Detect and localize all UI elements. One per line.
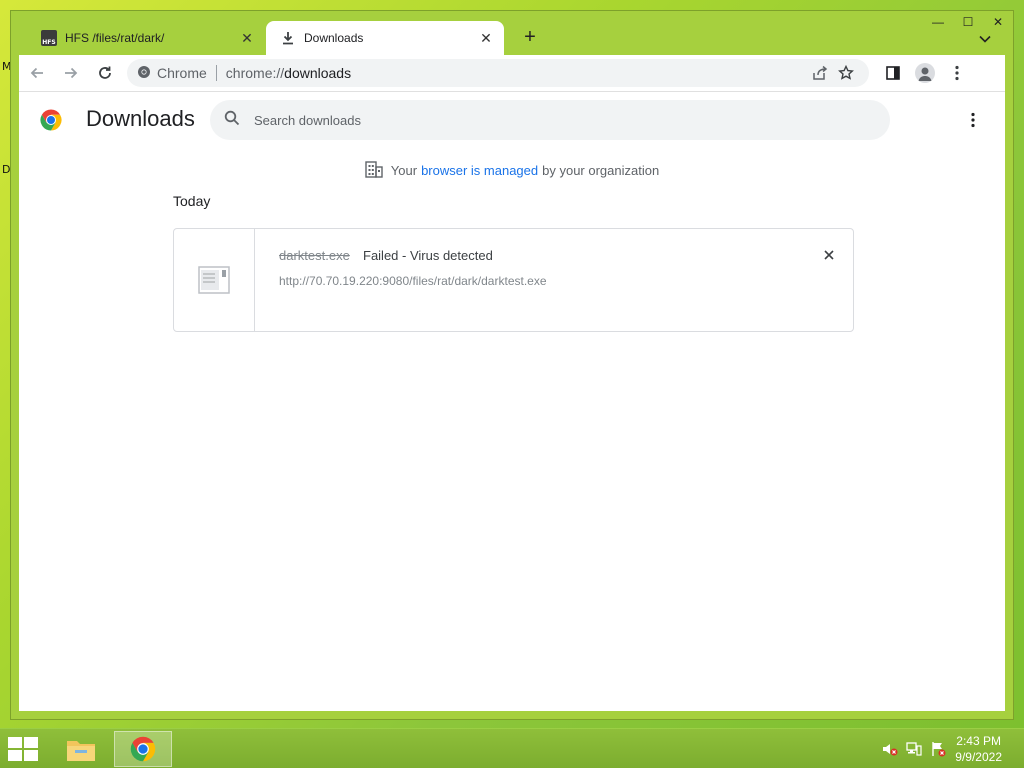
- close-icon[interactable]: ✕: [239, 30, 255, 46]
- close-icon[interactable]: ✕: [478, 30, 494, 46]
- search-input[interactable]: [254, 112, 854, 128]
- download-item: darktest.exe Failed - Virus detected htt…: [173, 228, 854, 332]
- downloads-page: Downloads Your browser is managed by you…: [19, 91, 1005, 711]
- browser-menu-icon[interactable]: [941, 59, 973, 87]
- url-host: downloads: [284, 65, 352, 81]
- back-icon[interactable]: [21, 59, 53, 87]
- omnibox-separator: [215, 65, 217, 81]
- hfs-favicon-label: HFS: [41, 30, 57, 46]
- avatar-icon: [915, 63, 935, 83]
- tab-strip: HFS HFS /files/rat/dark/ ✕ Downloads ✕ +: [19, 21, 1005, 55]
- clock-date: 9/9/2022: [955, 750, 1002, 764]
- browser-toolbar: Chrome chrome://downloads: [19, 55, 1005, 91]
- forward-icon[interactable]: [55, 59, 87, 87]
- share-icon[interactable]: [807, 61, 833, 85]
- chrome-icon: [137, 65, 151, 82]
- download-status: Failed - Virus detected: [363, 248, 493, 263]
- browser-window: — ☐ ✕ HFS HFS /files/rat/dark/ ✕ Downloa…: [10, 10, 1014, 720]
- tab-hfs[interactable]: HFS HFS /files/rat/dark/ ✕: [27, 21, 265, 55]
- managed-suffix: by your organization: [542, 163, 660, 178]
- side-panel-icon[interactable]: [877, 59, 909, 87]
- downloads-header: Downloads: [19, 92, 1005, 148]
- action-center-flag-icon[interactable]: [930, 741, 946, 757]
- managed-prefix: Your: [390, 163, 418, 178]
- date-group-heading: Today: [173, 193, 211, 209]
- new-tab-button[interactable]: +: [519, 27, 541, 49]
- toolbar-right: [877, 59, 973, 87]
- file-name[interactable]: darktest.exe: [279, 248, 350, 263]
- tab-title: Downloads: [304, 31, 364, 45]
- clock-time: 2:43 PM: [956, 734, 1001, 748]
- chrome-taskbar-icon[interactable]: [114, 731, 172, 767]
- omnibox-site-label: Chrome: [157, 65, 207, 81]
- address-bar[interactable]: Chrome chrome://downloads: [127, 59, 869, 87]
- managed-link[interactable]: browser is managed: [421, 163, 538, 178]
- search-icon: [224, 110, 240, 131]
- page-title: Downloads: [86, 106, 195, 131]
- profile-avatar[interactable]: [909, 59, 941, 87]
- download-url[interactable]: http://70.70.19.220:9080/files/rat/dark/…: [279, 274, 547, 288]
- chevron-down-icon[interactable]: [975, 29, 995, 49]
- tab-title: HFS /files/rat/dark/: [65, 31, 165, 45]
- close-icon[interactable]: [819, 245, 839, 265]
- bookmark-star-icon[interactable]: [833, 61, 859, 85]
- system-tray: [882, 741, 946, 757]
- volume-muted-icon[interactable]: [882, 741, 898, 757]
- managed-notice: Your browser is managed by your organiza…: [19, 160, 1005, 181]
- file-explorer-icon[interactable]: [52, 731, 110, 767]
- omnibox-url[interactable]: chrome://downloads: [226, 65, 807, 81]
- tab-downloads[interactable]: Downloads ✕: [266, 21, 504, 55]
- search-downloads-box[interactable]: [210, 100, 890, 140]
- network-icon[interactable]: [906, 741, 922, 757]
- file-type-icon: [174, 229, 255, 331]
- windows-start-icon[interactable]: [8, 737, 38, 761]
- building-icon: [365, 160, 383, 181]
- hfs-icon: HFS: [41, 30, 57, 46]
- download-icon: [280, 30, 296, 46]
- url-scheme: chrome://: [225, 65, 285, 81]
- reload-icon[interactable]: [89, 59, 121, 87]
- taskbar-clock[interactable]: 2:43 PM 9/9/2022: [955, 733, 1002, 765]
- chrome-logo-icon: [39, 108, 63, 132]
- more-actions-icon[interactable]: [963, 110, 983, 130]
- taskbar: 2:43 PM 9/9/2022: [0, 728, 1024, 768]
